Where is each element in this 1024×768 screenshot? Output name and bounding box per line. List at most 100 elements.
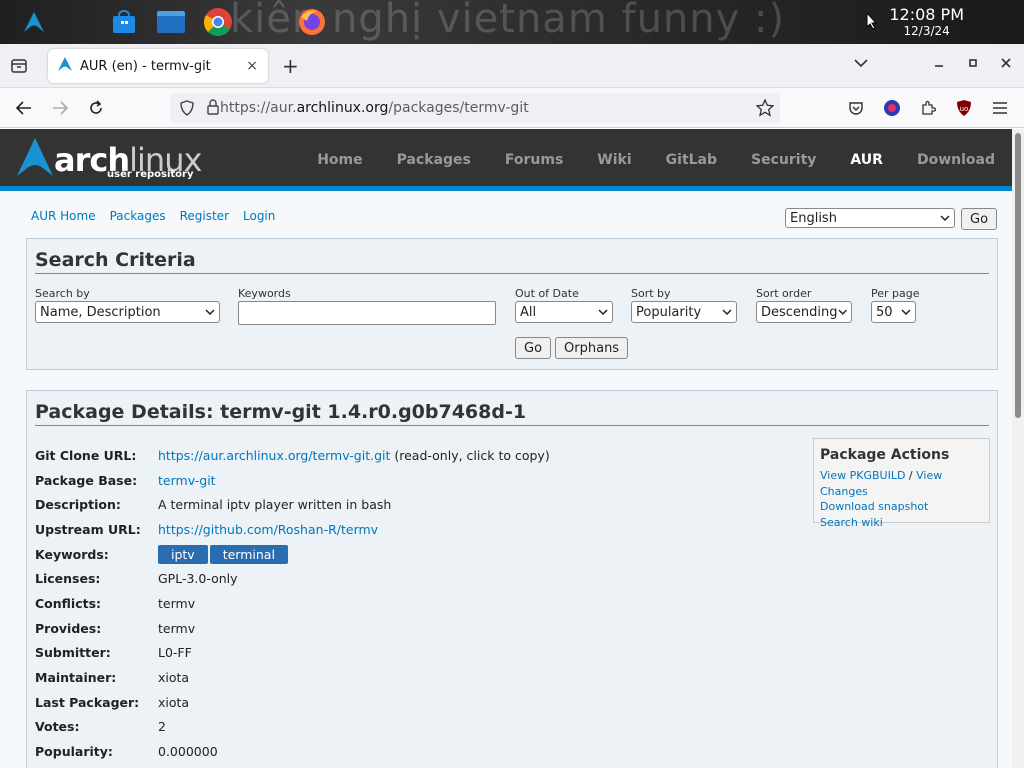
url-host: archlinux.org — [296, 100, 389, 116]
scrollbar-thumb[interactable] — [1015, 133, 1021, 418]
upstream-url-link[interactable]: https://github.com/Roshan-R/termv — [158, 522, 378, 537]
files-icon[interactable] — [155, 6, 187, 38]
logo-subtitle: user repository — [107, 169, 194, 180]
bookmark-star-icon[interactable] — [755, 98, 775, 121]
menu-gitlab[interactable]: GitLab — [649, 152, 734, 168]
package-title: Package Details: termv-git 1.4.r0.g0b746… — [35, 401, 989, 426]
menu-security[interactable]: Security — [734, 152, 833, 168]
out-of-date-label: Out of Date — [515, 287, 579, 300]
pocket-icon[interactable] — [844, 96, 868, 120]
chevron-down-icon — [722, 309, 732, 315]
package-base-link[interactable]: termv-git — [158, 473, 216, 488]
menu-home[interactable]: Home — [300, 152, 379, 168]
keywords-field: Keywords — [238, 287, 496, 325]
language-go-button[interactable]: Go — [961, 208, 998, 230]
last-packager-label: Last Packager: — [35, 694, 140, 710]
row-package-base: Package Base: termv-git — [35, 468, 550, 493]
view-pkgbuild-link[interactable]: View PKGBUILD — [820, 469, 905, 482]
keywords-row-label: Keywords: — [35, 546, 109, 562]
maintainer-label: Maintainer: — [35, 670, 117, 686]
arch-logo-icon[interactable] — [18, 6, 50, 38]
tab-aur[interactable]: AUR (en) - termv-git × — [48, 49, 268, 83]
minimize-button[interactable] — [934, 56, 944, 72]
git-clone-url-note: (read-only, click to copy) — [390, 447, 550, 463]
sort-by-label: Sort by — [631, 287, 671, 300]
sort-order-select[interactable]: Descending — [756, 301, 852, 323]
language-value: English — [790, 210, 837, 226]
archlinux-logo[interactable]: archlinux user repository — [16, 137, 202, 180]
ublock-origin-icon[interactable]: uo — [952, 96, 976, 120]
chevron-down-icon — [598, 309, 608, 315]
chevron-down-icon — [901, 309, 911, 315]
menu-forums[interactable]: Forums — [488, 152, 580, 168]
row-git-clone-url: Git Clone URL: https://aur.archlinux.org… — [35, 443, 550, 468]
url-bar[interactable]: https://aur.archlinux.org/packages/termv… — [170, 93, 780, 123]
subnav-packages[interactable]: Packages — [110, 209, 166, 223]
provides-label: Provides: — [35, 620, 102, 636]
language-select[interactable]: English — [785, 208, 955, 228]
description-value: A terminal iptv player written in bash — [158, 497, 392, 513]
arch-main-menu: Home Packages Forums Wiki GitLab Securit… — [300, 129, 1012, 191]
last-packager-value: xiota — [158, 694, 190, 710]
git-clone-url-link[interactable]: https://aur.archlinux.org/termv-git.git — [158, 448, 390, 463]
back-button[interactable] — [12, 96, 36, 120]
sort-order-field: Sort order Descending — [756, 287, 852, 323]
subnav-login[interactable]: Login — [243, 209, 275, 223]
tab-strip: AUR (en) - termv-git × + — [0, 44, 1024, 88]
extensions-icon[interactable] — [916, 96, 940, 120]
menu-download[interactable]: Download — [900, 152, 1012, 168]
tab-close-button[interactable]: × — [246, 58, 258, 74]
search-go-button[interactable]: Go — [515, 337, 552, 359]
git-clone-url-label: Git Clone URL: — [35, 447, 137, 463]
clock-date: 12/3/24 — [903, 24, 950, 38]
firefox-icon[interactable] — [296, 6, 328, 38]
chrome-icon[interactable] — [202, 6, 234, 38]
upstream-url-value: https://github.com/Roshan-R/termv — [158, 517, 550, 542]
out-of-date-select[interactable]: All — [515, 301, 613, 323]
package-base-value: termv-git — [158, 468, 550, 493]
close-window-button[interactable] — [1001, 56, 1011, 72]
lock-icon[interactable] — [207, 99, 219, 119]
sort-order-value: Descending — [761, 304, 838, 320]
search-wiki-link[interactable]: Search wiki — [820, 516, 883, 529]
keywords-input[interactable] — [238, 301, 496, 325]
per-page-select[interactable]: 50 — [871, 301, 916, 323]
arch-logo-icon — [17, 138, 53, 176]
tracking-shield-icon[interactable] — [180, 100, 194, 120]
menu-aur[interactable]: AUR — [833, 152, 900, 168]
account-avatar-icon[interactable] — [880, 96, 904, 120]
keyword-tag[interactable]: iptv — [158, 544, 208, 564]
out-of-date-value: All — [520, 304, 537, 320]
list-all-tabs-button[interactable] — [854, 56, 868, 72]
maintainer-value: xiota — [158, 670, 190, 686]
subnav-register[interactable]: Register — [180, 209, 229, 223]
page-content: archlinux user repository Home Packages … — [0, 129, 1012, 768]
description-label: Description: — [35, 497, 121, 513]
package-base-label: Package Base: — [35, 472, 138, 488]
keywords-row-value: iptv terminal — [158, 542, 550, 567]
store-icon[interactable] — [108, 6, 140, 38]
taskbar: kiên nghị vietnam funny :) 12:08 PM 12/3… — [0, 0, 1024, 44]
url-text[interactable]: https://aur.archlinux.org/packages/termv… — [220, 100, 529, 116]
orphans-button[interactable]: Orphans — [555, 337, 629, 359]
row-last-packager: Last Packager: xiota — [35, 690, 550, 715]
per-page-field: Per page 50 — [871, 287, 920, 323]
maximize-button[interactable] — [968, 56, 978, 72]
new-tab-button[interactable]: + — [282, 54, 299, 78]
menu-packages[interactable]: Packages — [380, 152, 488, 168]
keyword-tag[interactable]: terminal — [209, 544, 288, 564]
navigation-bar: https://aur.archlinux.org/packages/termv… — [0, 88, 1024, 128]
tab-manager-icon[interactable] — [10, 57, 28, 79]
forward-button[interactable] — [48, 96, 72, 120]
link-separator: / — [905, 469, 917, 482]
page-scrollbar[interactable] — [1012, 129, 1024, 768]
menu-wiki[interactable]: Wiki — [580, 152, 648, 168]
menu-hamburger-icon[interactable] — [988, 96, 1012, 120]
reload-button[interactable] — [84, 96, 108, 120]
search-by-select[interactable]: Name, Description — [35, 301, 220, 323]
download-snapshot-link[interactable]: Download snapshot — [820, 500, 928, 513]
clock[interactable]: 12:08 PM 12/3/24 — [889, 6, 964, 39]
subnav-aur-home[interactable]: AUR Home — [31, 209, 96, 223]
sort-by-select[interactable]: Popularity — [631, 301, 737, 323]
aur-subnav: AUR Home Packages Register Login — [31, 209, 275, 223]
